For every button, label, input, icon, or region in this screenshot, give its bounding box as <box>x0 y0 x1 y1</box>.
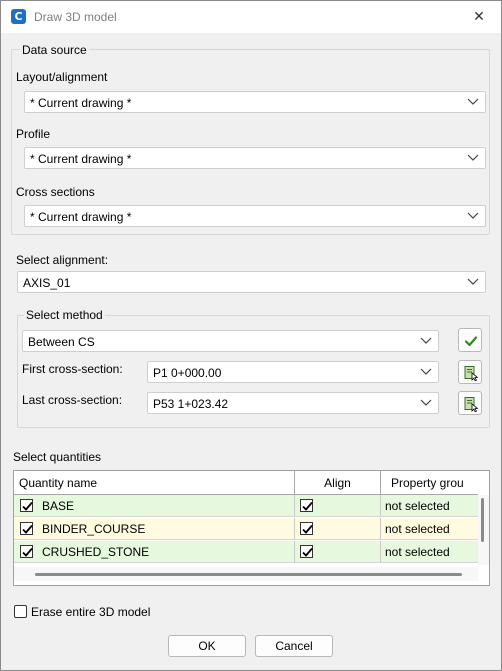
horizontal-scrollbar-thumb[interactable] <box>35 573 462 576</box>
row-checkbox[interactable] <box>20 545 33 558</box>
align-checkbox[interactable] <box>300 499 313 512</box>
method-value: Between CS <box>28 335 95 349</box>
select-quantities-label: Select quantities <box>13 450 102 464</box>
quantities-grid: Quantity name Align Property grou BASE n… <box>13 470 490 586</box>
align-checkbox[interactable] <box>300 522 313 535</box>
column-header-align[interactable]: Align <box>295 471 381 495</box>
last-cross-section-value: P53 1+023.42 <box>153 397 229 411</box>
table-row[interactable]: BINDER_COURSE <box>14 518 295 540</box>
table-row[interactable]: CRUSHED_STONE <box>14 541 295 563</box>
last-cross-section-label: Last cross-section: <box>22 393 123 407</box>
column-header-quantity-name[interactable]: Quantity name <box>14 471 295 495</box>
erase-model-label: Erase entire 3D model <box>31 605 151 619</box>
app-icon: C <box>11 9 26 24</box>
table-row[interactable]: BASE <box>14 495 295 517</box>
first-cross-section-label: First cross-section: <box>22 362 123 376</box>
layout-alignment-dropdown[interactable]: * Current drawing * <box>24 91 486 113</box>
horizontal-scrollbar[interactable] <box>14 567 478 581</box>
profile-label: Profile <box>16 127 51 141</box>
chevron-down-icon <box>467 209 479 223</box>
align-cell[interactable] <box>295 518 381 540</box>
quantity-name: BASE <box>42 499 75 513</box>
property-cell[interactable]: not selected <box>381 495 478 517</box>
confirm-method-button[interactable] <box>458 328 482 352</box>
close-icon[interactable]: ✕ <box>469 7 489 27</box>
chevron-down-icon <box>467 151 479 165</box>
profile-dropdown[interactable]: * Current drawing * <box>24 147 486 169</box>
select-method-legend: Select method <box>24 308 105 322</box>
vertical-scrollbar-thumb[interactable] <box>481 498 484 542</box>
window-title: Draw 3D model <box>34 10 117 24</box>
select-alignment-label: Select alignment: <box>16 253 109 267</box>
row-checkbox[interactable] <box>20 522 33 535</box>
check-icon <box>464 336 478 347</box>
alignment-dropdown[interactable]: AXIS_01 <box>17 271 486 293</box>
column-header-property-group[interactable]: Property grou <box>381 471 478 495</box>
pick-first-section-button[interactable] <box>458 360 482 384</box>
chevron-down-icon <box>467 95 479 109</box>
quantity-name: CRUSHED_STONE <box>42 545 150 559</box>
vertical-scrollbar[interactable] <box>478 495 489 565</box>
quantity-name: BINDER_COURSE <box>42 522 146 536</box>
chevron-down-icon <box>467 275 479 289</box>
layout-alignment-value: * Current drawing * <box>30 96 132 110</box>
pick-section-icon <box>464 366 479 381</box>
pick-section-icon <box>464 397 479 412</box>
layout-alignment-label: Layout/alignment <box>16 70 108 84</box>
align-cell[interactable] <box>295 495 381 517</box>
last-cross-section-dropdown[interactable]: P53 1+023.42 <box>147 392 439 414</box>
chevron-down-icon <box>420 365 432 379</box>
alignment-value: AXIS_01 <box>23 276 71 290</box>
first-cross-section-value: P1 0+000.00 <box>153 366 222 380</box>
data-source-legend: Data source <box>20 43 89 57</box>
pick-last-section-button[interactable] <box>458 391 482 415</box>
cross-sections-value: * Current drawing * <box>30 210 132 224</box>
cross-sections-label: Cross sections <box>16 185 95 199</box>
chevron-down-icon <box>420 334 432 348</box>
ok-button[interactable]: OK <box>168 635 246 657</box>
property-cell[interactable]: not selected <box>381 518 478 540</box>
title-bar: C Draw 3D model ✕ <box>1 1 501 33</box>
chevron-down-icon <box>420 396 432 410</box>
dialog-window: C Draw 3D model ✕ Data source Layout/ali… <box>0 0 502 671</box>
erase-model-checkbox[interactable] <box>14 605 27 618</box>
align-cell[interactable] <box>295 541 381 563</box>
method-dropdown[interactable]: Between CS <box>22 330 439 352</box>
row-checkbox[interactable] <box>20 499 33 512</box>
property-cell[interactable]: not selected <box>381 541 478 563</box>
profile-value: * Current drawing * <box>30 152 132 166</box>
cross-sections-dropdown[interactable]: * Current drawing * <box>24 205 486 227</box>
first-cross-section-dropdown[interactable]: P1 0+000.00 <box>147 361 439 383</box>
cancel-button[interactable]: Cancel <box>255 635 333 657</box>
align-checkbox[interactable] <box>300 545 313 558</box>
